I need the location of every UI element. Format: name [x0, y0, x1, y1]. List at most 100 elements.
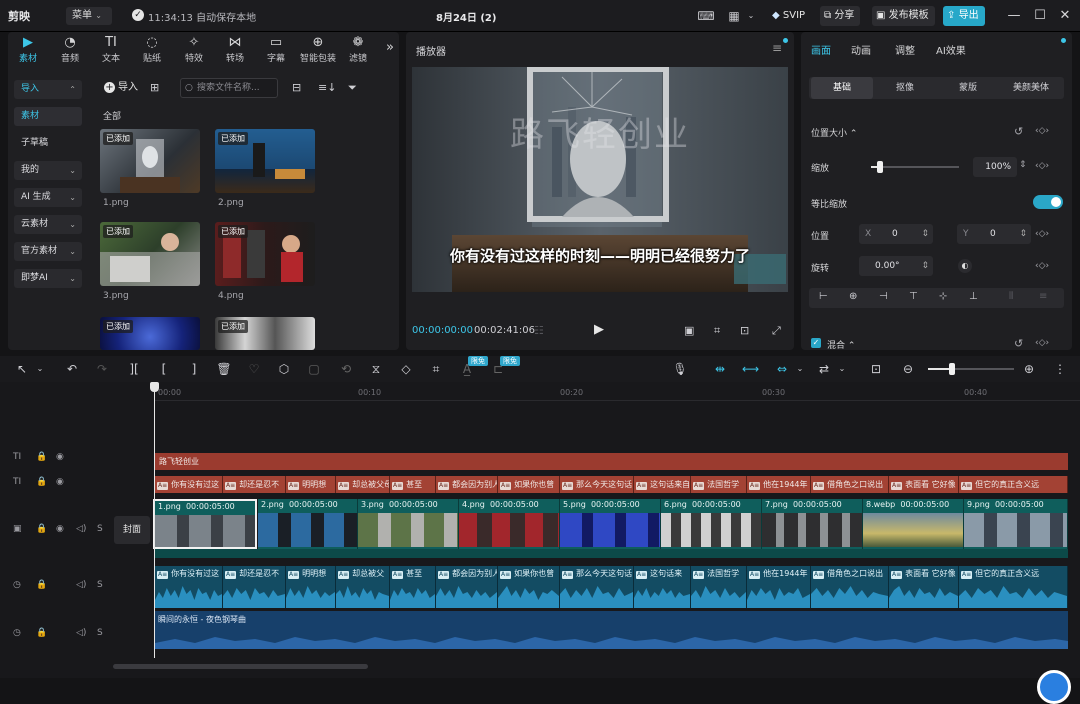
menu-icon[interactable]: ≡: [772, 41, 782, 55]
sidebar-item-cloud[interactable]: 云素材 ⌄: [14, 215, 82, 234]
preview-axis-icon[interactable]: ⇔: [774, 361, 790, 377]
more-options-icon[interactable]: ⋮: [1052, 361, 1068, 377]
chevron-down-icon[interactable]: ⌄: [32, 361, 48, 377]
keyframe-icon[interactable]: ‹◇›: [1035, 126, 1049, 136]
sidebar-item-jimeng[interactable]: 即梦AI ⌄: [14, 269, 82, 288]
svip-button[interactable]: ◆ SVIP: [768, 6, 811, 26]
scale-slider-track[interactable]: [871, 166, 959, 168]
playhead-handle[interactable]: [150, 382, 159, 392]
minimize-icon[interactable]: —: [1005, 7, 1023, 25]
position-y-field[interactable]: Y 0 ⇕: [957, 224, 1031, 244]
zoom-out-icon[interactable]: ⊖: [900, 361, 916, 377]
crop-icon[interactable]: ⌗: [428, 361, 444, 377]
menu-button[interactable]: 菜单 ⌄: [66, 7, 112, 25]
voice-clip[interactable]: A≡ 表面看 它好像: [889, 566, 959, 608]
video-clip[interactable]: 5.png 00:00:05:00: [560, 499, 661, 549]
video-clip[interactable]: 1.png 00:00:05:00: [153, 499, 257, 549]
magnet-snap-icon[interactable]: ⇹: [712, 361, 728, 377]
close-icon[interactable]: ✕: [1056, 7, 1074, 25]
lock-icon[interactable]: 🔒: [36, 628, 47, 638]
tab-text[interactable]: TI 文本: [91, 35, 131, 64]
chevron-down-icon[interactable]: ⌄: [792, 361, 808, 377]
tab-audio[interactable]: ◔ 音频: [50, 35, 90, 64]
subtitle-clip[interactable]: A≡ 都会因为别人: [436, 476, 498, 493]
playhead[interactable]: [154, 382, 155, 658]
voice-clip[interactable]: A≡ 你有没有过这: [155, 566, 223, 608]
tab-sticker[interactable]: ◌ 贴纸: [132, 35, 172, 64]
stepper-icon[interactable]: ⇕: [1019, 160, 1027, 170]
rotate-dial-icon[interactable]: ◐: [958, 259, 972, 273]
split-icon[interactable]: ][: [126, 361, 142, 377]
grid-view-icon[interactable]: ⊞: [150, 81, 159, 94]
subtitle-clip[interactable]: A≡ 却还是忍不: [223, 476, 286, 493]
chevron-down-icon[interactable]: ⌄: [834, 361, 850, 377]
voice-clip[interactable]: A≡ 那么今天这句话: [560, 566, 634, 608]
fit-screen-icon[interactable]: ⌗: [714, 324, 720, 338]
thumbnail-zoom-icon[interactable]: ⊡: [868, 361, 884, 377]
position-x-field[interactable]: X 0 ⇕: [859, 224, 933, 244]
voice-clip[interactable]: A≡ 这句话来: [634, 566, 691, 608]
subtitle-clip[interactable]: A≡ 甚至: [390, 476, 436, 493]
eye-icon[interactable]: ◉: [56, 524, 64, 534]
subtab-basic[interactable]: 基础: [811, 77, 873, 99]
align-center-h-icon[interactable]: ⊕: [849, 291, 857, 302]
trim-left-icon[interactable]: [: [156, 361, 172, 377]
keyframe-icon[interactable]: ‹◇›: [1035, 261, 1049, 271]
horizontal-scrollbar[interactable]: [113, 664, 368, 669]
reset-icon[interactable]: ↺: [1014, 337, 1023, 350]
lock-icon[interactable]: 🔒: [36, 580, 47, 590]
select-cursor-icon[interactable]: ↖: [14, 361, 30, 377]
more-tabs-icon[interactable]: »: [370, 40, 410, 56]
scale-slider-handle[interactable]: [876, 161, 883, 173]
rotate-icon[interactable]: ◇: [398, 361, 414, 377]
video-clip[interactable]: 3.png 00:00:05:00: [358, 499, 459, 549]
layout-icon[interactable]: ▦: [725, 8, 743, 24]
tab-adjust[interactable]: 调整: [895, 42, 915, 57]
subtitle-clip[interactable]: A≡ 你有没有过这: [155, 476, 223, 493]
timeline-grid-icon[interactable]: ☷: [534, 324, 544, 337]
subtab-cutout[interactable]: 抠像: [874, 77, 936, 99]
search-input[interactable]: 搜索文件名称...: [180, 78, 278, 98]
sidebar-item-mine[interactable]: 我的 ⌄: [14, 161, 82, 180]
lock-icon[interactable]: 🔒: [36, 452, 47, 462]
sort-icon[interactable]: ≡↓: [318, 81, 336, 94]
split-screen-icon[interactable]: ⇄: [816, 361, 832, 377]
subtitle-clip[interactable]: A≡ 表面看 它好像: [889, 476, 959, 493]
reset-icon[interactable]: ↺: [1014, 125, 1023, 138]
solo-label[interactable]: S: [97, 524, 103, 534]
subtitle-clip[interactable]: A≡ 明明想: [286, 476, 336, 493]
align-top-icon[interactable]: ⊤: [909, 291, 918, 302]
voice-clip[interactable]: A≡ 他在1944年: [747, 566, 811, 608]
trim-right-icon[interactable]: ]: [186, 361, 202, 377]
media-thumb-5[interactable]: 已添加: [100, 317, 200, 350]
subtab-mask[interactable]: 蒙版: [937, 77, 999, 99]
shortcut-icon[interactable]: ⌨: [697, 8, 715, 24]
blend-checkbox[interactable]: ✓: [811, 338, 821, 348]
delete-icon[interactable]: 🗑: [216, 361, 232, 377]
video-clip[interactable]: 8.webp 00:00:05:00: [863, 499, 964, 549]
align-bottom-icon[interactable]: ⊥: [969, 291, 978, 302]
zoom-slider-handle[interactable]: [949, 363, 955, 375]
video-clip[interactable]: 6.png 00:00:05:00: [661, 499, 762, 549]
sidebar-item-ai-generate[interactable]: AI 生成 ⌄: [14, 188, 82, 207]
export-button[interactable]: ⇪ 导出: [943, 6, 985, 26]
subtab-beauty[interactable]: 美颜美体: [1000, 77, 1062, 99]
subtitle-clip[interactable]: A≡ 法国哲学: [691, 476, 747, 493]
tab-captions[interactable]: ▭ 字幕: [256, 35, 296, 64]
tab-media[interactable]: ▶ 素材: [8, 35, 48, 64]
align-middle-v-icon[interactable]: ⊹: [939, 291, 947, 302]
align-right-icon[interactable]: ⊣: [879, 291, 888, 302]
volume-icon[interactable]: ◁): [76, 628, 86, 638]
layout-chevron-icon[interactable]: ⌄: [742, 8, 760, 24]
cover-button[interactable]: 封面: [114, 516, 150, 544]
lock-ratio-toggle[interactable]: [1033, 195, 1063, 209]
video-clip[interactable]: 7.png 00:00:05:00: [762, 499, 863, 549]
voice-clip[interactable]: A≡ 都会因为别人: [436, 566, 498, 608]
ratio-icon[interactable]: ⊡: [740, 324, 749, 337]
solo-label[interactable]: S: [97, 628, 103, 638]
lock-icon[interactable]: 🔒: [36, 477, 47, 487]
media-thumb-3[interactable]: 已添加: [100, 222, 200, 286]
media-thumb-2[interactable]: 已添加: [215, 129, 315, 193]
solo-label[interactable]: S: [97, 580, 103, 590]
assistant-button[interactable]: [1037, 670, 1071, 704]
